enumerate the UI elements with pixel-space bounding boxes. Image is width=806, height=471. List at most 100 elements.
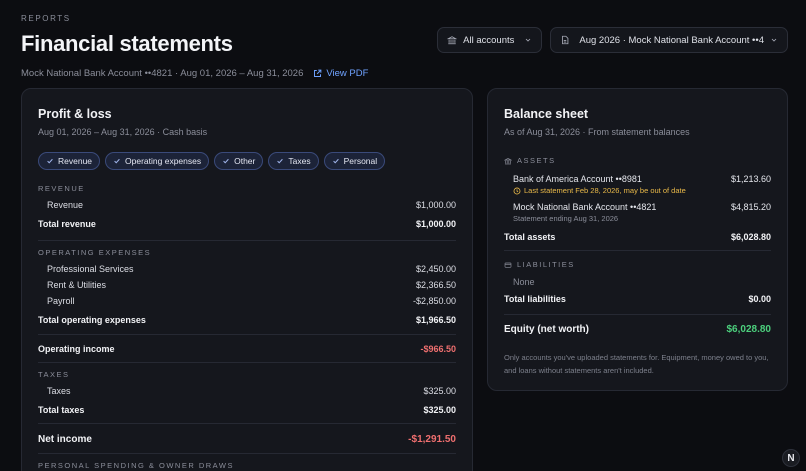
asset-amount: $1,213.60: [730, 174, 771, 184]
total-amount: $0.00: [748, 294, 771, 304]
section-label-taxes: TAXES: [38, 370, 70, 379]
check-icon: [47, 158, 53, 164]
balance-sheet-title: Balance sheet: [504, 107, 589, 121]
equity-row: Equity (net worth) $6,028.80: [504, 324, 771, 335]
statement-label: Aug 2026 · Mock National Bank Account ••…: [579, 34, 764, 46]
eyebrow: REPORTS: [21, 14, 71, 23]
equity-amount: $6,028.80: [726, 324, 772, 335]
chevron-down-icon: [526, 38, 531, 42]
section-label-revenue: REVENUE: [38, 184, 85, 193]
total-assets-row: Total assets $6,028.80: [504, 232, 771, 242]
account-subline: Mock National Bank Account ••4821 · Aug …: [21, 68, 368, 79]
profit-loss-title: Profit & loss: [38, 107, 112, 121]
filter-chip-label: Taxes: [288, 156, 311, 166]
view-pdf-link[interactable]: View PDF: [313, 68, 368, 79]
line-item: Professional Services $2,450.00: [38, 264, 456, 274]
asset-amount: $4,815.20: [730, 202, 771, 212]
account-period: Mock National Bank Account ••4821 · Aug …: [21, 68, 304, 79]
clock-icon: [513, 187, 521, 194]
operating-income-amount: -$966.50: [420, 344, 456, 354]
asset-item: Bank of America Account ••8981 $1,213.60…: [504, 174, 771, 195]
section-label-operating-expenses: OPERATING EXPENSES: [38, 248, 152, 257]
document-icon: [562, 35, 569, 45]
header-controls: All accounts Aug 2026 · Mock National Ba…: [437, 27, 788, 53]
balance-sheet-footnote: Only accounts you've uploaded statements…: [504, 353, 769, 375]
profit-loss-subtitle: Aug 01, 2026 – Aug 31, 2026 · Cash basis: [38, 127, 208, 137]
total-amount: $1,966.50: [415, 315, 456, 325]
net-income-amount: -$1,291.50: [408, 434, 456, 445]
line-item-name: Revenue: [47, 200, 84, 210]
check-icon: [223, 158, 229, 164]
view-pdf-label: View PDF: [326, 68, 369, 79]
accounts-label: All accounts: [463, 34, 515, 46]
operating-income-label: Operating income: [38, 344, 115, 354]
divider: [38, 362, 456, 363]
check-icon: [332, 158, 339, 164]
asset-item: Mock National Bank Account ••4821 $4,815…: [504, 202, 771, 223]
total-amount: $1,000.00: [415, 219, 456, 229]
filter-chip-operating-expenses[interactable]: Operating expenses: [105, 152, 210, 170]
filter-chip-label: Revenue: [58, 156, 93, 166]
net-income-label: Net income: [38, 434, 92, 445]
filter-chip-label: Operating expenses: [125, 156, 202, 166]
line-item-name: Payroll: [47, 296, 75, 306]
filter-chip-taxes[interactable]: Taxes: [268, 152, 319, 170]
statement-dropdown[interactable]: Aug 2026 · Mock National Bank Account ••…: [550, 27, 788, 53]
filter-chip-personal[interactable]: Personal: [323, 152, 386, 170]
statement-note: Statement ending Aug 31, 2026: [513, 214, 619, 223]
operating-income-row: Operating income -$966.50: [38, 344, 456, 354]
bank-icon: [447, 36, 458, 45]
category-filters: Revenue Operating expenses Other Taxes P…: [38, 152, 456, 170]
liabilities-none: None: [513, 277, 535, 287]
chevron-down-icon: [771, 38, 777, 42]
filter-chip-label: Personal: [343, 156, 378, 166]
balance-sheet-card: Balance sheet As of Aug 31, 2026 · From …: [487, 88, 788, 391]
total-taxes-row: Total taxes $325.00: [38, 405, 456, 415]
total-label: Total operating expenses: [38, 315, 146, 325]
total-amount: $325.00: [423, 405, 456, 415]
line-item-amount: $2,366.50: [415, 280, 456, 290]
filter-chip-other[interactable]: Other: [214, 152, 264, 170]
profit-loss-card: Profit & loss Aug 01, 2026 – Aug 31, 202…: [21, 88, 473, 471]
line-item: Taxes $325.00: [38, 386, 456, 396]
section-label-personal: PERSONAL SPENDING & OWNER DRAWS: [38, 461, 234, 470]
line-item-name: Rent & Utilities: [47, 280, 107, 290]
bank-icon: [504, 157, 512, 164]
total-liabilities-row: Total liabilities $0.00: [504, 294, 771, 304]
total-label: Total liabilities: [504, 294, 566, 304]
divider: [38, 240, 456, 241]
page-title: Financial statements: [21, 31, 233, 56]
line-item-amount: $325.00: [423, 386, 456, 396]
check-icon: [277, 158, 284, 164]
check-icon: [114, 158, 120, 164]
line-item: Rent & Utilities $2,366.50: [38, 280, 456, 290]
line-item-amount: $2,450.00: [415, 264, 456, 274]
line-item-name: Taxes: [47, 386, 71, 396]
equity-label: Equity (net worth): [504, 324, 589, 335]
stale-statement-note: Last statement Feb 28, 2026, may be out …: [524, 186, 686, 195]
total-revenue-row: Total revenue $1,000.00: [38, 219, 456, 229]
divider: [38, 423, 456, 424]
total-label: Total taxes: [38, 405, 85, 415]
total-operating-expenses-row: Total operating expenses $1,966.50: [38, 315, 456, 325]
total-label: Total assets: [504, 232, 556, 242]
line-item-amount: -$2,850.00: [412, 296, 456, 306]
accounts-dropdown[interactable]: All accounts: [437, 27, 543, 53]
line-item-name: Professional Services: [47, 264, 134, 274]
card-icon: [504, 262, 512, 268]
line-item-amount: $1,000.00: [415, 200, 456, 210]
assets-label: ASSETS: [517, 156, 556, 165]
page-header: REPORTS Financial statements Mock Nation…: [21, 14, 368, 79]
divider: [38, 334, 456, 335]
net-income-row: Net income -$1,291.50: [38, 434, 456, 445]
balance-sheet-subtitle: As of Aug 31, 2026 · From statement bala…: [504, 127, 690, 137]
line-item: Revenue $1,000.00: [38, 200, 456, 210]
external-link-icon: [314, 69, 322, 77]
divider: [38, 453, 456, 454]
app-badge[interactable]: N: [782, 449, 800, 467]
section-label-liabilities: LIABILITIES: [504, 260, 771, 269]
filter-chip-revenue[interactable]: Revenue: [38, 152, 101, 170]
divider: [504, 250, 771, 251]
stale-statement-warning: Last statement Feb 28, 2026, may be out …: [513, 186, 771, 195]
line-item: Payroll -$2,850.00: [38, 296, 456, 306]
